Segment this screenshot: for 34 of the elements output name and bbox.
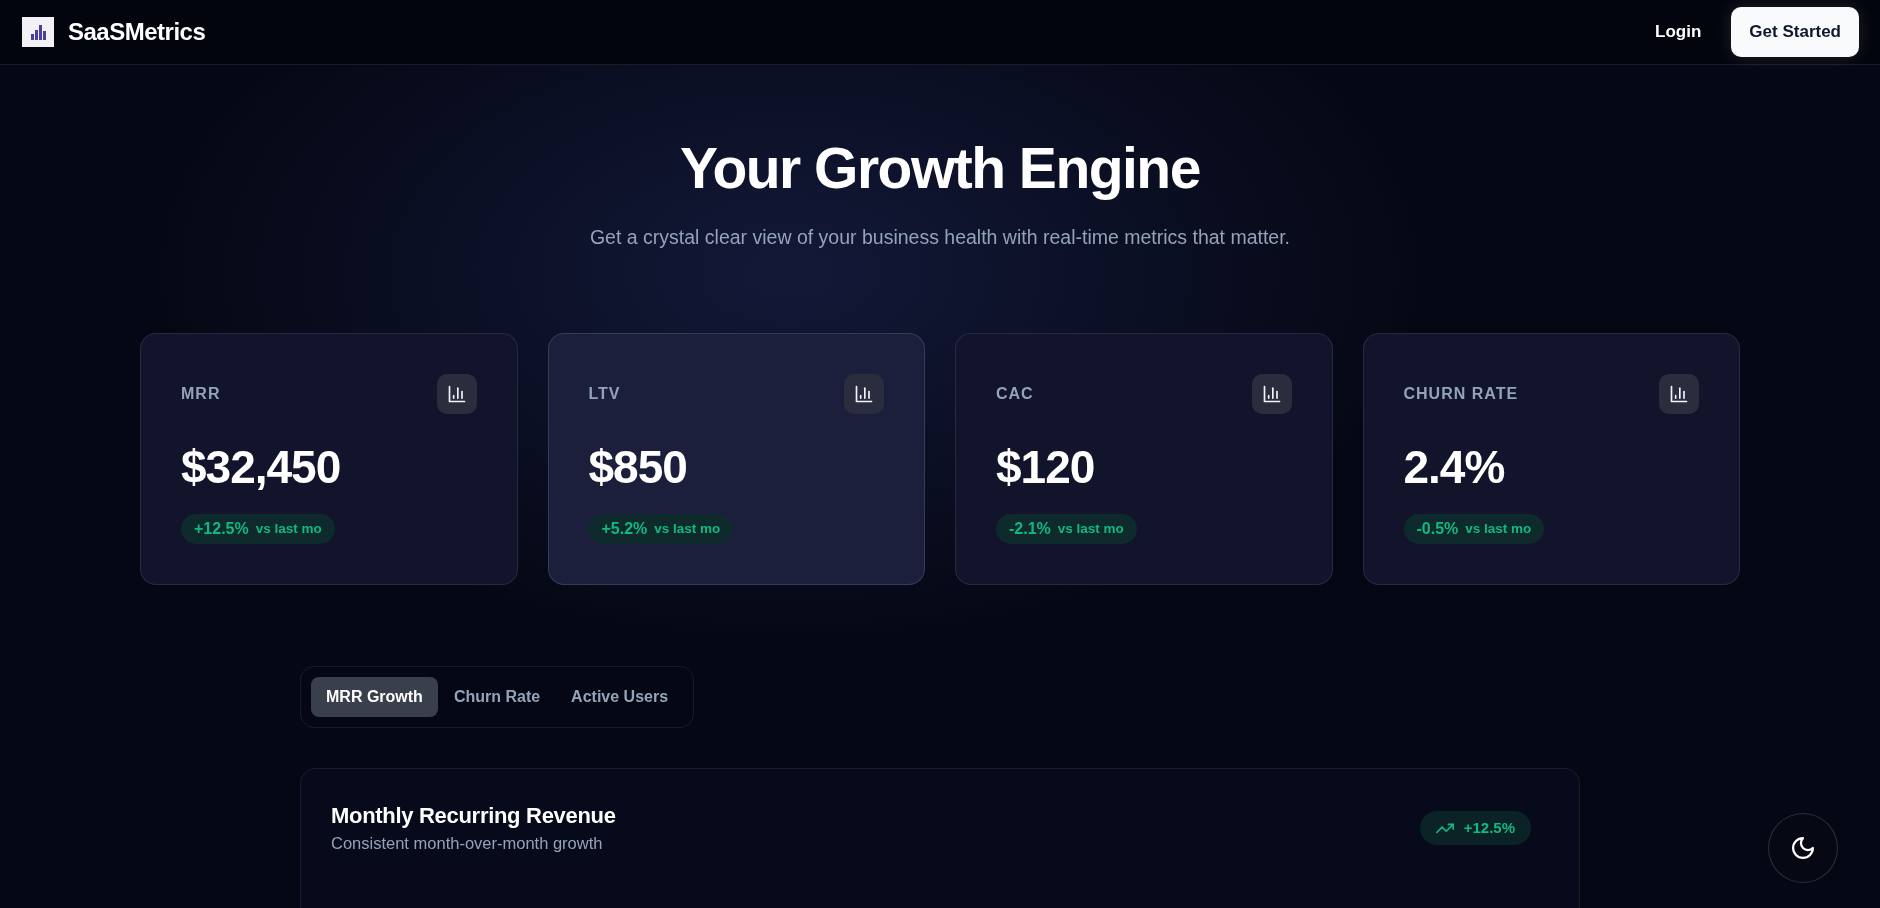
moon-icon — [1792, 837, 1814, 859]
comparison-text: vs last mo — [1057, 521, 1124, 537]
metric-value: $32,450 — [181, 443, 341, 490]
comparison-text: vs last mo — [1465, 521, 1532, 537]
bar-chart-icon — [844, 373, 884, 414]
bar-chart-icon — [436, 373, 477, 414]
change-percentage: +12.5% — [194, 519, 249, 538]
metric-label: LTV — [588, 384, 621, 403]
change-percentage: -0.5% — [1416, 519, 1459, 538]
metric-value: 2.4% — [1403, 443, 1505, 490]
metric-label: CHURN RATE — [1403, 384, 1519, 403]
login-link[interactable]: Login — [1655, 22, 1702, 42]
change-percentage: -2.1% — [1009, 519, 1051, 538]
chart-tab[interactable]: MRR Growth — [311, 676, 438, 717]
metric-value: $850 — [588, 443, 687, 490]
metric-label: MRR — [181, 384, 221, 403]
get-started-button[interactable]: Get Started — [1731, 7, 1859, 57]
hero-title: Your Growth Engine — [679, 136, 1201, 202]
hero-subtitle: Get a crystal clear view of your business health with real-time metrics that matter. — [588, 224, 1292, 250]
metric-label: CAC — [996, 384, 1034, 403]
bar-chart-logo-icon — [22, 17, 54, 47]
brand-name[interactable]: SaaSMetrics — [68, 18, 206, 46]
metric-value: $120 — [996, 443, 1095, 490]
comparison-text: vs last mo — [255, 521, 322, 537]
comparison-text: vs last mo — [654, 521, 721, 537]
growth-percentage: +12.5% — [1463, 819, 1515, 837]
trend-up-icon — [1435, 821, 1454, 834]
bar-chart-icon — [1659, 373, 1699, 414]
change-percentage: +5.2% — [601, 519, 648, 538]
chart-tab[interactable]: Active Users — [556, 676, 684, 717]
bar-chart-icon — [1251, 373, 1292, 414]
chart-title: Monthly Recurring Revenue — [331, 802, 616, 830]
chart-subtitle: Consistent month-over-month growth — [331, 833, 604, 855]
chart-tab[interactable]: Churn Rate — [438, 676, 556, 717]
